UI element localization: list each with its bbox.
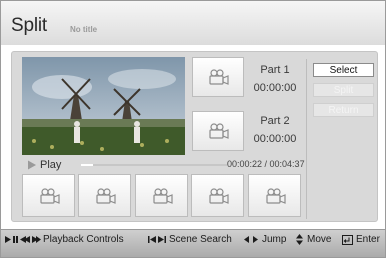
scene-search-label: Scene Search xyxy=(169,234,232,245)
scene-search-hint[interactable]: Scene Search xyxy=(148,234,232,245)
up-down-arrows-icon xyxy=(296,234,303,245)
select-button[interactable]: Select xyxy=(313,63,374,77)
skip-icon xyxy=(148,236,166,243)
scene-thumbnail-5[interactable] xyxy=(248,174,301,217)
film-camera-icon xyxy=(209,123,229,139)
jump-hint[interactable]: Jump xyxy=(244,234,286,245)
video-preview xyxy=(22,57,185,155)
split-screen: Split No title Part 1 00:00:00 Part 2 00… xyxy=(0,0,386,258)
scene-thumbnail-4[interactable] xyxy=(191,174,244,217)
film-camera-icon xyxy=(152,187,173,204)
page-title: Split xyxy=(11,15,47,36)
part-2-label: Part 2 xyxy=(260,115,290,127)
film-camera-icon xyxy=(95,187,116,204)
play-icon[interactable] xyxy=(27,159,37,171)
enter-label: Enter xyxy=(356,234,380,245)
part-2-time: 00:00:00 xyxy=(253,133,297,145)
move-label: Move xyxy=(307,234,332,245)
play-label: Play xyxy=(40,159,62,171)
scene-thumbnail-1[interactable] xyxy=(22,174,75,217)
playback-controls-icon xyxy=(5,236,41,243)
scene-thumbnail-2[interactable] xyxy=(78,174,131,217)
return-button[interactable]: Return xyxy=(313,103,374,117)
enter-icon xyxy=(342,234,353,245)
part-2-thumbnail[interactable] xyxy=(192,111,244,151)
windmill-scene-image xyxy=(22,57,185,155)
time-readout: 00:00:22 / 00:04:37 xyxy=(227,159,305,169)
playback-controls-hint[interactable]: Playback Controls xyxy=(5,234,124,245)
page-subtitle: No title xyxy=(70,25,98,34)
enter-hint[interactable]: Enter xyxy=(342,234,380,245)
film-camera-icon xyxy=(208,187,229,204)
part-1-thumbnail[interactable] xyxy=(192,57,244,97)
playback-controls-label: Playback Controls xyxy=(43,234,124,245)
split-button[interactable]: Split xyxy=(313,83,374,97)
progress-fill xyxy=(81,164,93,166)
part-1-label: Part 1 xyxy=(260,64,290,76)
move-hint[interactable]: Move xyxy=(296,234,331,245)
jump-label: Jump xyxy=(262,234,287,245)
panel-divider xyxy=(306,59,307,219)
part-1-time: 00:00:00 xyxy=(253,82,297,94)
title-bar: Split No title xyxy=(1,1,385,45)
film-camera-icon xyxy=(209,69,229,85)
scene-thumbnail-3[interactable] xyxy=(135,174,188,217)
left-right-arrows-icon xyxy=(244,236,258,243)
progress-bar[interactable] xyxy=(81,164,227,166)
film-camera-icon xyxy=(39,187,60,204)
film-camera-icon xyxy=(265,187,286,204)
